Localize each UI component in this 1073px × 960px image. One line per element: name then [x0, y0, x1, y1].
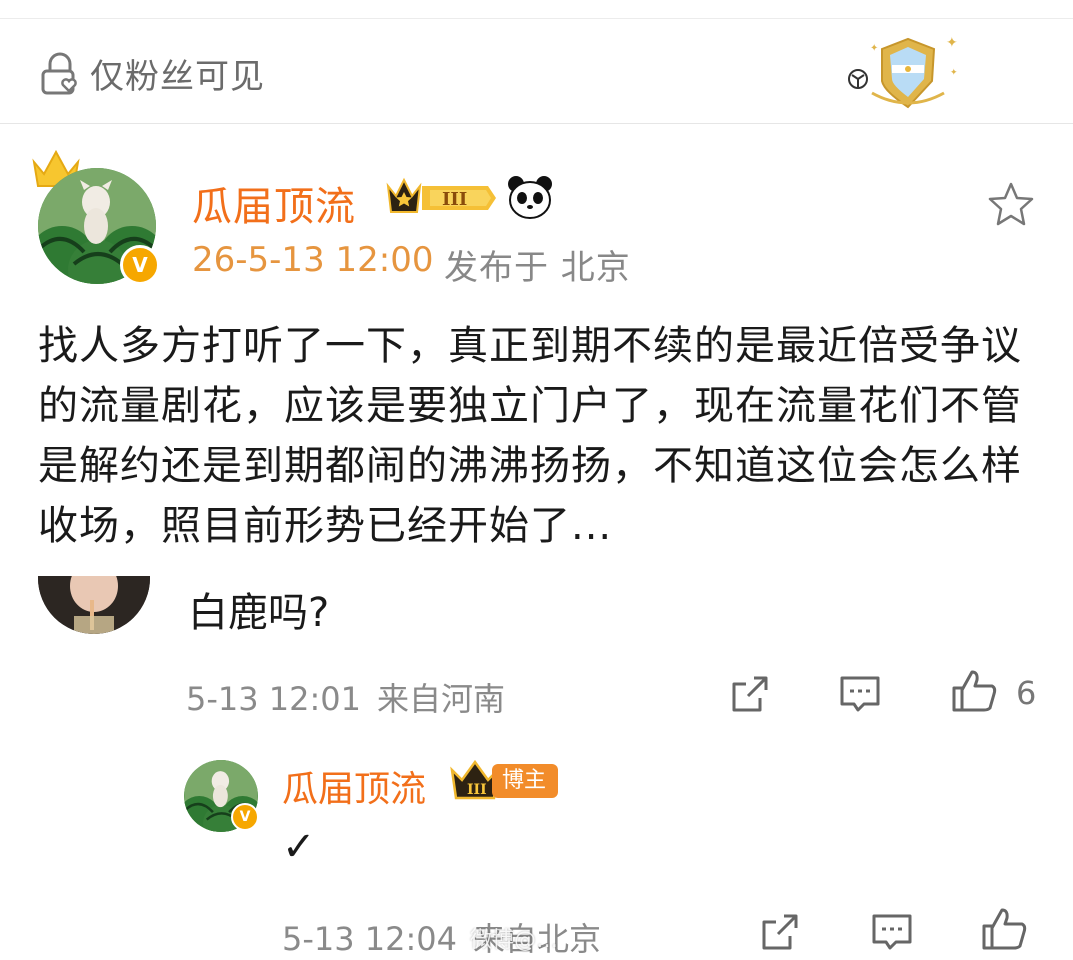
- fans-only-indicator: 仅粉丝可见: [38, 49, 265, 98]
- post-location: 发布于 北京: [444, 248, 631, 288]
- author-name[interactable]: 瓜届顶流: [192, 174, 356, 232]
- reply-verified-badge-icon: V: [231, 803, 259, 831]
- thumbs-up-icon[interactable]: [950, 668, 998, 714]
- level-badge-text: III: [442, 189, 467, 210]
- reply-text: ✓: [282, 824, 316, 870]
- comment-text: 白鹿吗?: [188, 590, 330, 636]
- comment-date: 5-13 12:01: [186, 680, 362, 718]
- reply-thumbs-up-icon[interactable]: [980, 906, 1028, 952]
- svg-text:✦: ✦: [946, 35, 958, 51]
- reply-author-name[interactable]: 瓜届顶流: [282, 760, 426, 812]
- level-crown-badge-icon[interactable]: III: [384, 176, 500, 220]
- share-icon[interactable]: [728, 672, 772, 716]
- fan-shield-badge-icon[interactable]: ✦ ✦ ✦: [842, 29, 962, 119]
- reply-level-text: III: [467, 782, 487, 798]
- panda-icon: [508, 176, 552, 219]
- svg-text:✦: ✦: [950, 68, 958, 78]
- visibility-bar: 仅粉丝可见 ✦ ✦ ✦: [0, 18, 1073, 124]
- comment-meta: 5-13 12:01 来自河南: [186, 674, 505, 720]
- post-body: 找人多方打听了一下，真正到期不续的是最近倍受争议的流量剧花，应该是要独立门户了，…: [38, 323, 1022, 549]
- comment-icon[interactable]: [838, 672, 882, 716]
- blogger-role-badge: 博主: [492, 764, 559, 798]
- post-date: 26-5-13 12:00: [192, 240, 434, 280]
- svg-text:✦: ✦: [870, 43, 878, 54]
- reply-share-icon[interactable]: [758, 910, 802, 954]
- like-count: 6: [1016, 674, 1037, 712]
- commenter-avatar[interactable]: [38, 576, 150, 634]
- star-icon[interactable]: [986, 180, 1036, 230]
- reply-comment-icon[interactable]: [870, 910, 914, 954]
- lock-heart-icon: [41, 52, 77, 94]
- watermark: 微博@…: [470, 928, 559, 953]
- verified-badge-icon: V: [120, 245, 160, 285]
- reply-date: 5-13 12:04: [282, 920, 458, 958]
- comment-location: 来自河南: [377, 680, 506, 718]
- fans-only-label: 仅粉丝可见: [90, 57, 265, 97]
